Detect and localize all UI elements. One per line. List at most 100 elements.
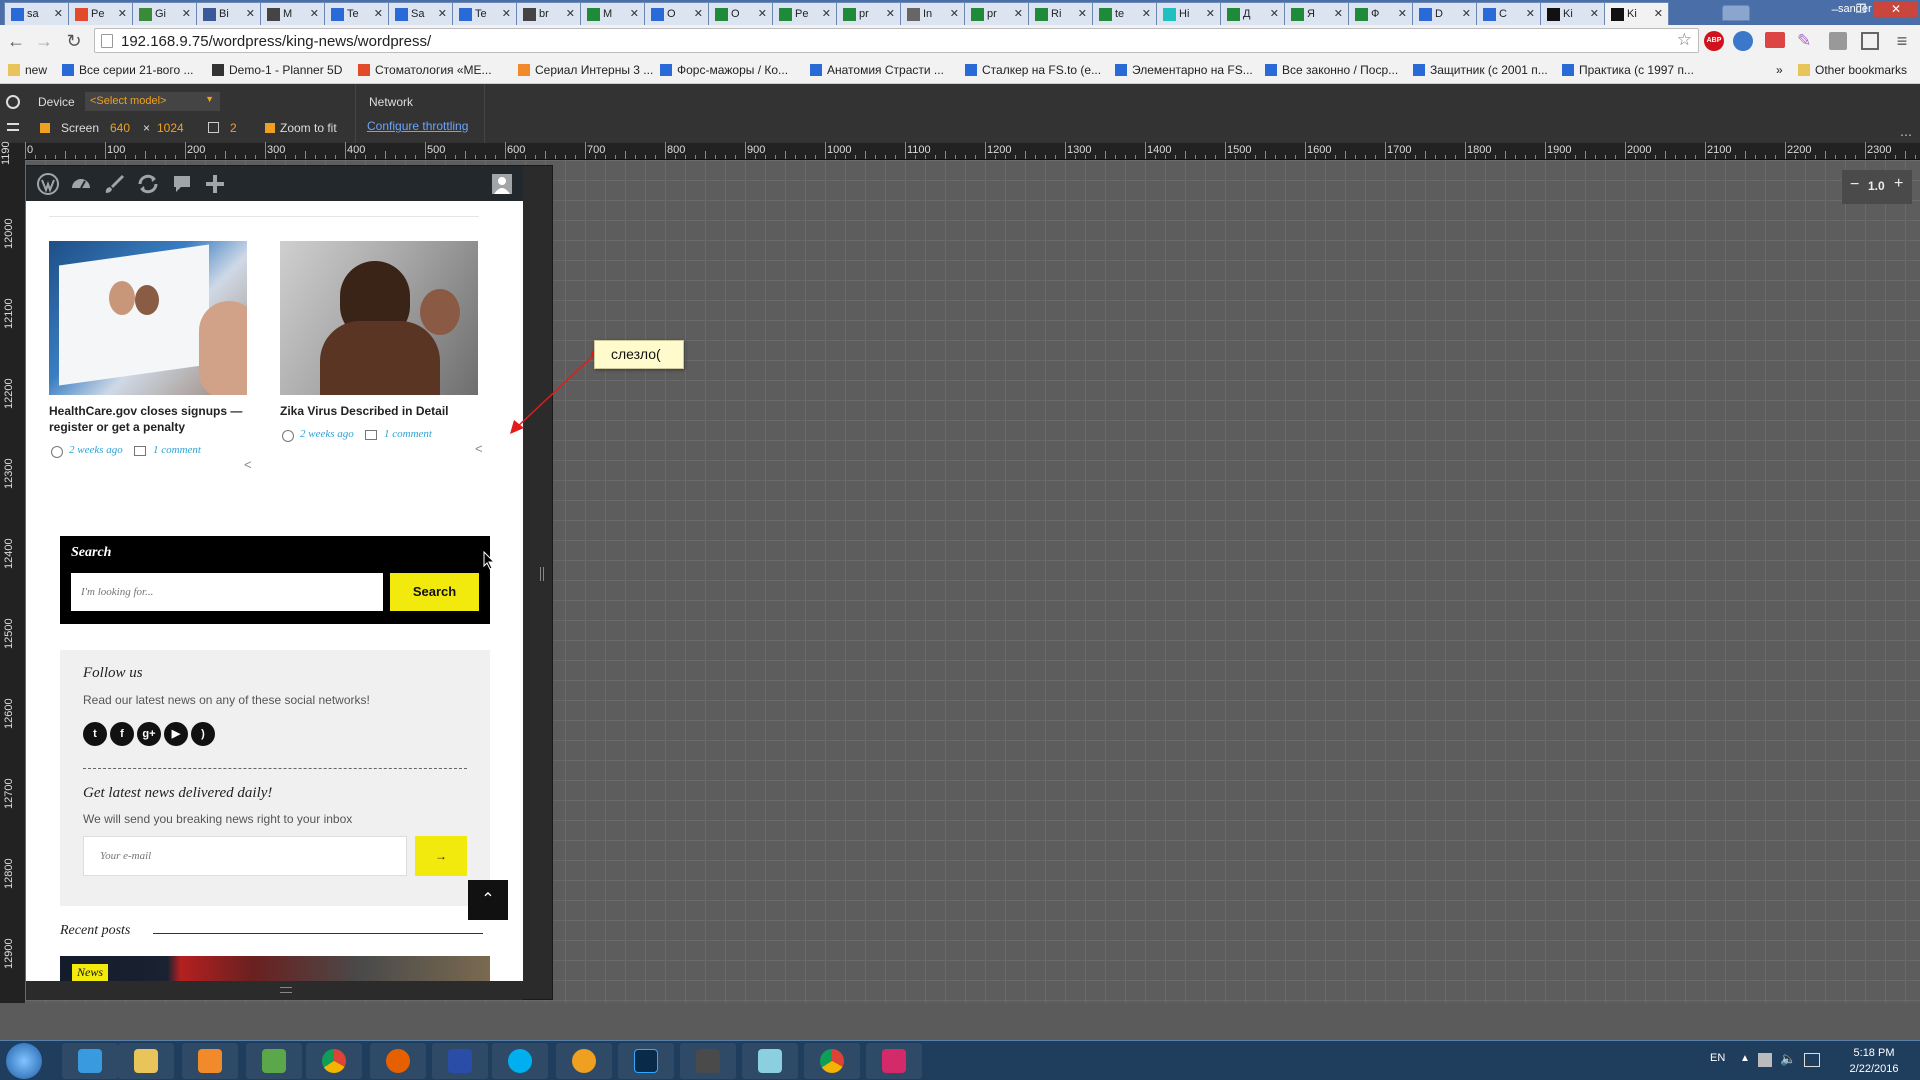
- share-icon[interactable]: <: [475, 441, 483, 456]
- volume-icon[interactable]: 🔈: [1780, 1051, 1796, 1067]
- wordpress-logo-icon[interactable]: [36, 172, 60, 196]
- tab-close-icon[interactable]: ✕: [374, 7, 383, 20]
- post-date[interactable]: 2 weeks ago: [300, 428, 354, 440]
- bookmark-item[interactable]: Все серии 21-вого ...: [62, 63, 193, 77]
- bookmark-item[interactable]: Защитник (с 2001 п...: [1413, 63, 1548, 77]
- google-plus-icon[interactable]: g+: [137, 722, 161, 746]
- tab-close-icon[interactable]: ✕: [1590, 7, 1599, 20]
- extension-cast-icon[interactable]: [1861, 32, 1879, 50]
- zoom-in-icon[interactable]: +: [1894, 175, 1903, 193]
- comments-icon[interactable]: [170, 172, 194, 196]
- post-thumbnail-healthcare[interactable]: [49, 241, 247, 395]
- tab-close-icon[interactable]: ✕: [822, 7, 831, 20]
- recent-post-thumbnail[interactable]: News: [60, 956, 490, 981]
- browser-tab[interactable]: sa ✕: [4, 2, 69, 25]
- browser-tab[interactable]: Pe ✕: [68, 2, 133, 25]
- bookmark-item[interactable]: Практика (с 1997 п...: [1562, 63, 1694, 77]
- extension-globe-icon[interactable]: [1733, 31, 1753, 51]
- tab-close-icon[interactable]: ✕: [118, 7, 127, 20]
- user-avatar-icon[interactable]: [492, 174, 512, 194]
- subscribe-button[interactable]: →: [415, 836, 467, 876]
- screen-height-input[interactable]: 1024: [157, 121, 184, 135]
- browser-tab[interactable]: M ✕: [580, 2, 645, 25]
- browser-tab[interactable]: Ф ✕: [1348, 2, 1413, 25]
- zoom-out-icon[interactable]: −: [1850, 176, 1859, 194]
- swap-dimensions-icon[interactable]: [208, 122, 219, 133]
- taskbar-media[interactable]: [182, 1043, 238, 1079]
- screen-checkbox[interactable]: [40, 123, 50, 133]
- bookmark-item[interactable]: Элементарно на FS...: [1115, 63, 1253, 77]
- taskbar-app[interactable]: [246, 1043, 302, 1079]
- post-date[interactable]: 2 weeks ago: [69, 444, 123, 456]
- bookmark-item[interactable]: Форс-мажоры / Ко...: [660, 63, 788, 77]
- browser-tab[interactable]: Ri ✕: [1028, 2, 1093, 25]
- rss-icon[interactable]: ): [191, 722, 215, 746]
- taskbar-photoshop[interactable]: [618, 1043, 674, 1079]
- tab-close-icon[interactable]: ✕: [1142, 7, 1151, 20]
- post-comments[interactable]: 1 comment: [384, 428, 432, 440]
- youtube-icon[interactable]: ▶: [164, 722, 188, 746]
- menu-icon[interactable]: ≡: [1890, 29, 1914, 53]
- other-bookmarks[interactable]: Other bookmarks: [1798, 63, 1907, 77]
- post-title[interactable]: HealthCare.gov closes signups — register…: [49, 403, 249, 435]
- tab-close-icon[interactable]: ✕: [438, 7, 447, 20]
- configure-throttling-link[interactable]: Configure throttling: [367, 119, 468, 133]
- show-hidden-icons-icon[interactable]: ▲: [1740, 1053, 1750, 1064]
- browser-tab[interactable]: Gi ✕: [132, 2, 197, 25]
- bookmark-star-icon[interactable]: ☆: [1677, 30, 1692, 50]
- bookmark-item[interactable]: new: [8, 63, 47, 77]
- browser-tab[interactable]: O ✕: [644, 2, 709, 25]
- post-title[interactable]: Zika Virus Described in Detail: [280, 403, 480, 419]
- twitter-icon[interactable]: t: [83, 722, 107, 746]
- browser-tab[interactable]: Te ✕: [324, 2, 389, 25]
- address-bar[interactable]: 192.168.9.75/wordpress/king-news/wordpre…: [94, 28, 1699, 53]
- bookmarks-overflow[interactable]: »: [1776, 63, 1783, 77]
- device-pixel-ratio-input[interactable]: 2: [230, 121, 237, 135]
- bookmark-item[interactable]: Все законно / Поср...: [1265, 63, 1398, 77]
- browser-tab[interactable]: Bi ✕: [196, 2, 261, 25]
- search-button[interactable]: Search: [390, 573, 479, 611]
- taskbar-app[interactable]: [742, 1043, 798, 1079]
- zoom-to-fit-checkbox[interactable]: [265, 123, 275, 133]
- browser-tab[interactable]: D ✕: [1412, 2, 1477, 25]
- browser-tab[interactable]: Я ✕: [1284, 2, 1349, 25]
- browser-tab[interactable]: Pe ✕: [772, 2, 837, 25]
- start-button[interactable]: [6, 1043, 42, 1079]
- dashboard-icon[interactable]: [69, 172, 93, 196]
- browser-tab[interactable]: Д ✕: [1220, 2, 1285, 25]
- facebook-icon[interactable]: f: [110, 722, 134, 746]
- tab-close-icon[interactable]: ✕: [310, 7, 319, 20]
- search-input[interactable]: [71, 573, 383, 611]
- close-window-icon[interactable]: ✕: [1874, 1, 1918, 17]
- browser-tab[interactable]: Ki ✕: [1540, 2, 1605, 25]
- tab-close-icon[interactable]: ✕: [54, 7, 63, 20]
- tab-close-icon[interactable]: ✕: [950, 7, 959, 20]
- tab-close-icon[interactable]: ✕: [566, 7, 575, 20]
- toggle-drawer-icon[interactable]: [7, 123, 19, 131]
- forward-icon[interactable]: →: [32, 29, 56, 53]
- browser-tab[interactable]: pr ✕: [964, 2, 1029, 25]
- tab-close-icon[interactable]: ✕: [1014, 7, 1023, 20]
- browser-tab[interactable]: br ✕: [516, 2, 581, 25]
- tab-close-icon[interactable]: ✕: [1206, 7, 1215, 20]
- post-thumbnail-zika[interactable]: [280, 241, 478, 395]
- taskbar-firefox[interactable]: [370, 1043, 426, 1079]
- browser-tab[interactable]: Hi ✕: [1156, 2, 1221, 25]
- browser-tab[interactable]: Ki ✕: [1604, 2, 1669, 25]
- disable-device-mode-icon[interactable]: [6, 95, 20, 109]
- new-tab-button[interactable]: [1722, 5, 1750, 21]
- post-comments[interactable]: 1 comment: [153, 444, 201, 456]
- taskbar-save[interactable]: [432, 1043, 488, 1079]
- adblock-icon[interactable]: ABP: [1704, 31, 1724, 51]
- tab-close-icon[interactable]: ✕: [1462, 7, 1471, 20]
- bookmark-item[interactable]: Анатомия Страсти ...: [810, 63, 944, 77]
- taskbar-app-s[interactable]: [866, 1043, 922, 1079]
- extension-icon[interactable]: [1829, 32, 1847, 50]
- tab-close-icon[interactable]: ✕: [694, 7, 703, 20]
- taskbar-sublime[interactable]: [680, 1043, 736, 1079]
- browser-tab[interactable]: te ✕: [1092, 2, 1157, 25]
- tab-close-icon[interactable]: ✕: [886, 7, 895, 20]
- taskbar-chrome[interactable]: [306, 1043, 362, 1079]
- tab-close-icon[interactable]: ✕: [1398, 7, 1407, 20]
- bookmark-item[interactable]: Стоматология «МЕ...: [358, 63, 492, 77]
